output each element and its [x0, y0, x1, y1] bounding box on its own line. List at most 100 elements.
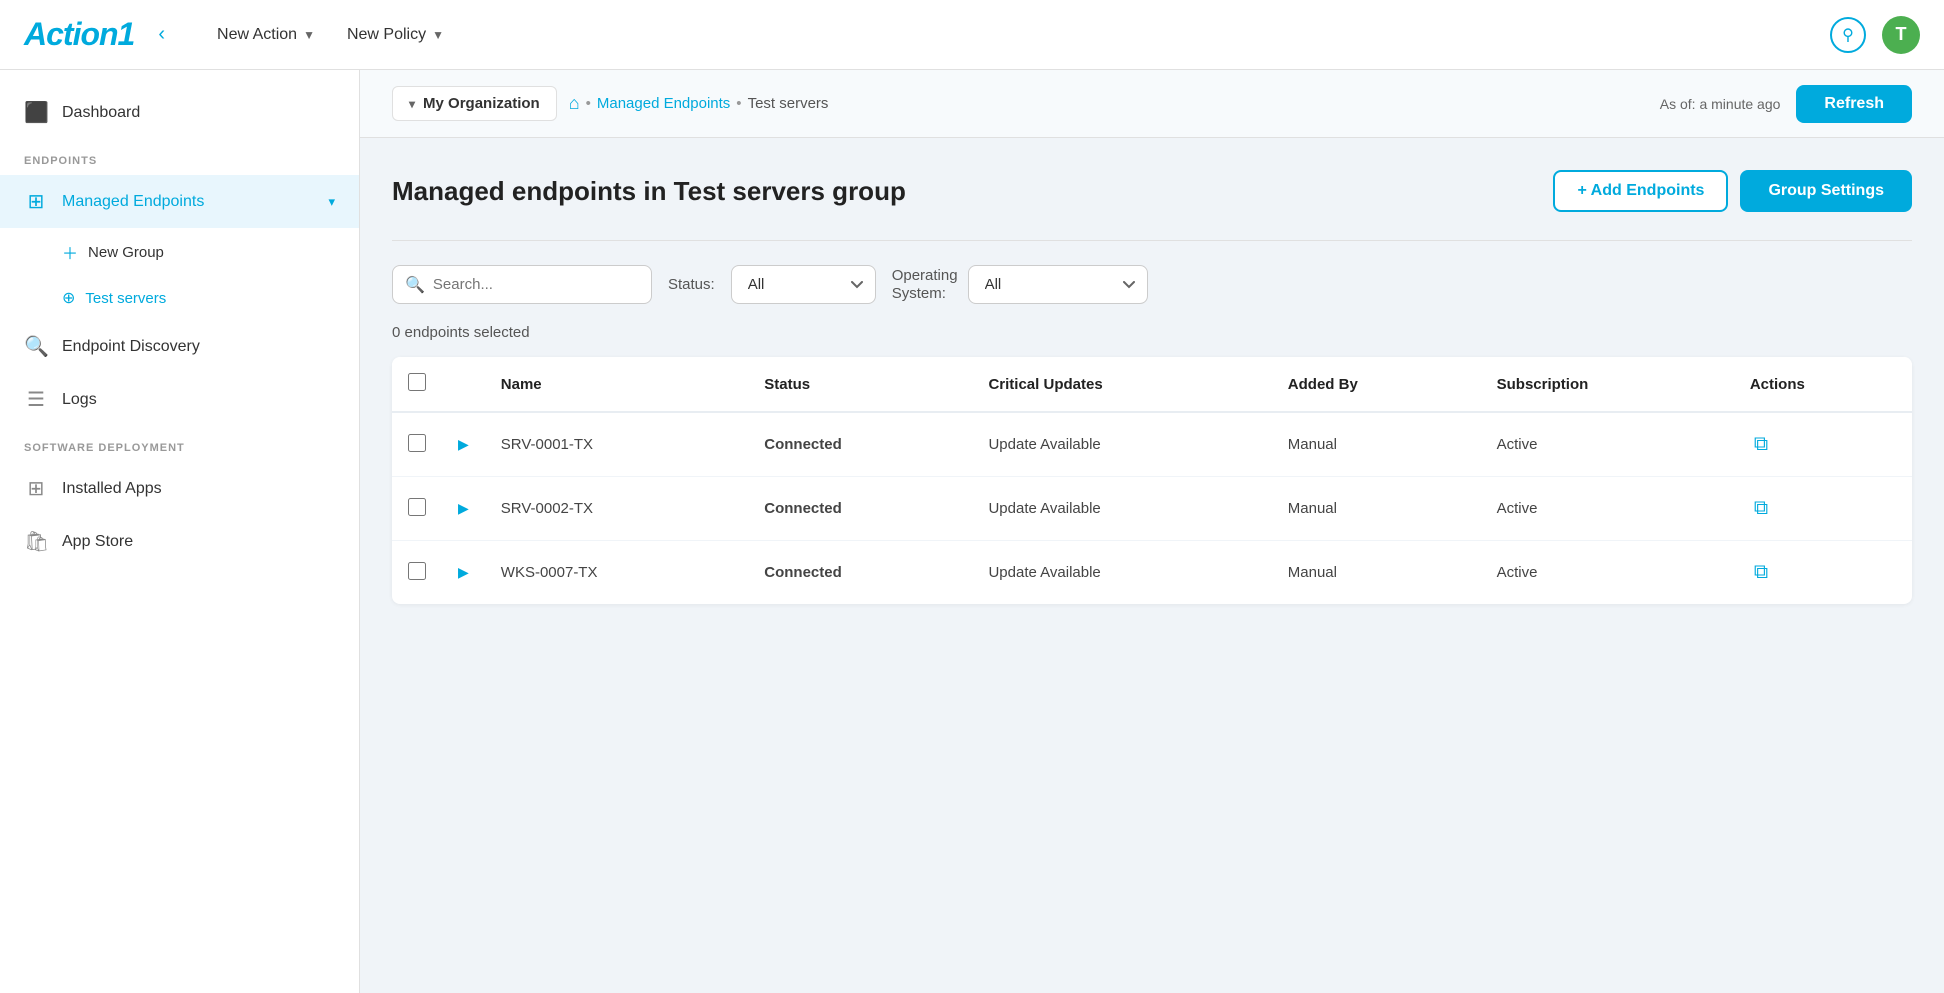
breadcrumb-sep1: •	[586, 95, 591, 112]
content-area: Managed endpoints in Test servers group …	[360, 138, 1944, 993]
page-title: Managed endpoints in Test servers group	[392, 176, 906, 207]
row-checkbox-2[interactable]	[408, 562, 426, 580]
table-header-added-by: Added By	[1272, 357, 1481, 412]
timestamp: As of: a minute ago	[1660, 96, 1781, 112]
collapse-button[interactable]: ‹	[150, 19, 173, 50]
org-chevron-icon: ▾	[409, 97, 415, 111]
sidebar-item-app-store[interactable]: 🛍 App Store	[0, 515, 359, 568]
row-actions-1: ⧉	[1734, 477, 1912, 541]
refresh-button[interactable]: Refresh	[1796, 85, 1912, 123]
row-expand-cell: ▶	[442, 477, 485, 541]
sidebar-sub-managed: ＋ New Group ⊕ Test servers	[0, 228, 359, 320]
endpoints-table: Name Status Critical Updates Added By Su…	[392, 357, 1912, 604]
app-store-icon: 🛍	[24, 529, 48, 554]
user-avatar[interactable]: T	[1882, 16, 1920, 54]
table-row: ▶ SRV-0001-TX Connected Update Available…	[392, 412, 1912, 477]
software-section-label: SOFTWARE DEPLOYMENT	[0, 426, 359, 462]
row-copy-button-2[interactable]: ⧉	[1750, 557, 1772, 588]
row-name-0: SRV-0001-TX	[485, 412, 748, 477]
breadcrumb-managed-endpoints[interactable]: Managed Endpoints	[597, 95, 730, 112]
sidebar-item-managed-endpoints-label: Managed Endpoints	[62, 193, 204, 211]
table-row: ▶ WKS-0007-TX Connected Update Available…	[392, 541, 1912, 605]
new-policy-button[interactable]: New Policy ▼	[335, 18, 456, 52]
os-filter-label: OperatingSystem:	[892, 267, 958, 303]
select-all-checkbox[interactable]	[408, 373, 426, 391]
row-added-by-2: Manual	[1272, 541, 1481, 605]
new-group-icon: ＋	[62, 240, 78, 264]
row-checkbox-0[interactable]	[408, 434, 426, 452]
row-status-0: Connected	[748, 412, 972, 477]
row-checkbox-1[interactable]	[408, 498, 426, 516]
table-header-critical-updates: Critical Updates	[972, 357, 1271, 412]
topbar-nav: New Action ▼ New Policy ▼	[205, 18, 1830, 52]
sidebar-item-managed-endpoints[interactable]: ⊞ Managed Endpoints ▾	[0, 175, 359, 228]
table-header-expand-col	[442, 357, 485, 412]
table-header-actions: Actions	[1734, 357, 1912, 412]
sidebar-item-test-servers[interactable]: ⊕ Test servers	[62, 276, 359, 320]
add-endpoints-button[interactable]: + Add Endpoints	[1553, 170, 1728, 212]
breadcrumb-path: ⌂ • Managed Endpoints • Test servers	[569, 93, 829, 114]
sidebar-item-logs-label: Logs	[62, 391, 97, 409]
os-filter-group: OperatingSystem: All Windows macOS Linux	[892, 265, 1148, 304]
sidebar-item-app-store-label: App Store	[62, 533, 133, 551]
row-subscription-1: Active	[1481, 477, 1734, 541]
sidebar-item-installed-apps[interactable]: ⊞ Installed Apps	[0, 462, 359, 515]
managed-endpoints-chevron-icon: ▾	[328, 194, 335, 210]
topbar-right: ⚲ T	[1830, 16, 1920, 54]
new-action-button[interactable]: New Action ▼	[205, 18, 327, 52]
search-input[interactable]	[433, 266, 639, 303]
row-actions-2: ⧉	[1734, 541, 1912, 605]
os-filter-select[interactable]: All Windows macOS Linux	[968, 265, 1148, 304]
search-icon: ⚲	[1842, 25, 1854, 45]
row-copy-button-0[interactable]: ⧉	[1750, 429, 1772, 460]
filters-bar: 🔍 Status: All Connected Disconnected Ope…	[392, 265, 1912, 304]
sidebar-item-new-group[interactable]: ＋ New Group	[62, 228, 359, 276]
row-expand-cell: ▶	[442, 541, 485, 605]
content-header: Managed endpoints in Test servers group …	[392, 170, 1912, 212]
dashboard-icon: ⬛	[24, 100, 48, 125]
new-policy-chevron-icon: ▼	[432, 28, 444, 42]
sidebar-item-test-servers-label: Test servers	[85, 290, 166, 307]
sidebar-item-installed-apps-label: Installed Apps	[62, 480, 162, 498]
row-expand-button-0[interactable]: ▶	[458, 436, 469, 453]
row-critical-updates-0: Update Available	[972, 412, 1271, 477]
row-expand-button-1[interactable]: ▶	[458, 500, 469, 517]
table-header-row: Name Status Critical Updates Added By Su…	[392, 357, 1912, 412]
org-selector[interactable]: ▾ My Organization	[392, 86, 557, 121]
row-expand-cell: ▶	[442, 412, 485, 477]
test-servers-icon: ⊕	[62, 288, 75, 308]
search-input-wrap: 🔍	[392, 265, 652, 304]
row-subscription-2: Active	[1481, 541, 1734, 605]
table-row: ▶ SRV-0002-TX Connected Update Available…	[392, 477, 1912, 541]
content-header-actions: + Add Endpoints Group Settings	[1553, 170, 1912, 212]
new-action-chevron-icon: ▼	[303, 28, 315, 42]
breadcrumb-right: As of: a minute ago Refresh	[1660, 85, 1912, 123]
new-action-label: New Action	[217, 26, 297, 44]
row-actions-0: ⧉	[1734, 412, 1912, 477]
status-filter-select[interactable]: All Connected Disconnected	[731, 265, 876, 304]
row-checkbox-cell	[392, 541, 442, 605]
sidebar-item-endpoint-discovery[interactable]: 🔍 Endpoint Discovery	[0, 320, 359, 373]
row-name-2: WKS-0007-TX	[485, 541, 748, 605]
search-button[interactable]: ⚲	[1830, 17, 1866, 53]
logo: Action1	[24, 16, 134, 53]
main-content: ▾ My Organization ⌂ • Managed Endpoints …	[360, 70, 1944, 993]
table-header-subscription: Subscription	[1481, 357, 1734, 412]
row-expand-button-2[interactable]: ▶	[458, 564, 469, 581]
group-settings-button[interactable]: Group Settings	[1740, 170, 1912, 212]
row-critical-updates-1: Update Available	[972, 477, 1271, 541]
breadcrumb-current: Test servers	[748, 95, 829, 112]
row-status-2: Connected	[748, 541, 972, 605]
breadcrumb-home-icon[interactable]: ⌂	[569, 93, 580, 114]
topbar: Action1 ‹ New Action ▼ New Policy ▼ ⚲ T	[0, 0, 1944, 70]
selection-count: 0 endpoints selected	[392, 324, 1912, 341]
row-critical-updates-2: Update Available	[972, 541, 1271, 605]
row-copy-button-1[interactable]: ⧉	[1750, 493, 1772, 524]
sidebar: ⬛ Dashboard ENDPOINTS ⊞ Managed Endpoint…	[0, 70, 360, 993]
sidebar-item-dashboard[interactable]: ⬛ Dashboard	[0, 86, 359, 139]
search-icon: 🔍	[405, 275, 425, 295]
logs-icon: ☰	[24, 387, 48, 412]
breadcrumb-left: ▾ My Organization ⌂ • Managed Endpoints …	[392, 86, 828, 121]
row-subscription-0: Active	[1481, 412, 1734, 477]
sidebar-item-logs[interactable]: ☰ Logs	[0, 373, 359, 426]
